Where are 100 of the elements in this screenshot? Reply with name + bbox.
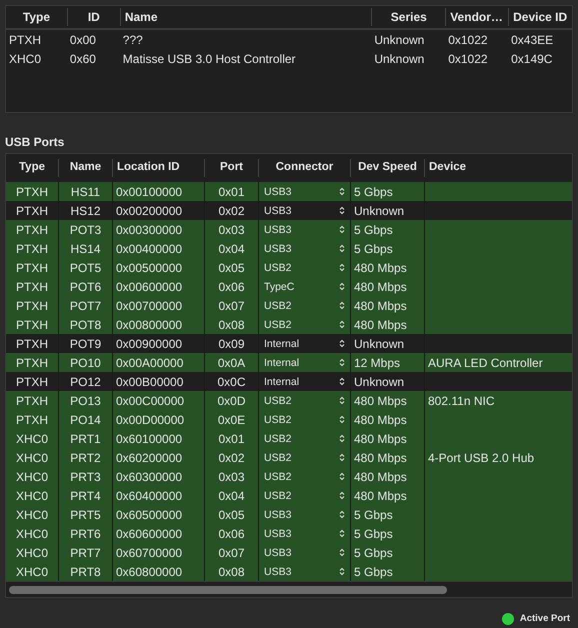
table-cell-text: 0x1022 [447,32,489,48]
column-header[interactable]: Name [58,159,112,177]
active-port-row[interactable]: PTXH POT6 0x00600000 0x06 TypeC 480 Mbps [6,277,572,296]
table-cell-text: 0x05 [218,260,245,276]
table-cell-text: PRT5 [70,506,101,524]
table-cell-text: PTXH [16,316,48,334]
connector-select[interactable]: USB3 [258,562,350,581]
table-cell-text: 0x04 [218,240,245,258]
active-port-row[interactable]: XHC0 PRT6 0x60600000 0x06 USB3 5 Gbps [6,524,572,543]
table-cell-text: 0x00A00000 [116,354,184,372]
table-cell-text: 5 Gbps [354,184,393,200]
column-header[interactable]: Location ID [112,159,204,177]
table-cell-text: 5 Gbps [354,222,393,238]
table-cell-text: Unknown [354,336,404,352]
table-cell-text: 0x02 [218,450,245,466]
table-cell-text: PTXH [16,374,48,390]
column-header[interactable]: ID [66,8,120,26]
chevron-updown-icon [339,244,345,253]
active-port-row[interactable]: XHC0 PRT5 0x60500000 0x05 USB3 5 Gbps [6,505,572,524]
active-port-row[interactable]: PTXH POT3 0x00300000 0x03 USB3 5 Gbps [6,220,572,239]
column-header[interactable]: Type [6,159,58,177]
table-cell-text: 0x01 [218,430,245,448]
chevron-updown-icon [339,415,345,424]
table-cell-text: PRT4 [70,488,101,504]
table-cell-text: XHC0 [8,50,42,68]
table-cell-text: 0x00 [68,32,97,48]
table-cell-text: PO12 [70,374,101,390]
chevron-updown-icon [339,548,345,557]
active-port-row[interactable]: PTXH HS14 0x00400000 0x04 USB3 5 Gbps [6,239,572,258]
active-port-row[interactable]: PTXH PO10 0x00A00000 0x0A Internal 12 Mbps AURA LED Controller [6,353,572,372]
table-cell-text: 0x149C [510,50,554,68]
column-header[interactable]: Connector [258,159,350,177]
column-header[interactable]: Type [6,8,67,26]
active-port-row[interactable]: XHC0 PRT7 0x60700000 0x07 USB3 5 Gbps [6,543,572,562]
active-port-row[interactable]: PTXH PO13 0x00C00000 0x0D USB2 480 Mbps 802.11n NIC [6,391,572,410]
table-cell-text: PRT2 [70,450,101,466]
table-cell-text: 480 Mbps [354,278,407,296]
table-cell-text: Unknown [373,32,426,48]
column-header[interactable]: Series [371,8,446,26]
table-cell-text: 0x0E [218,412,246,428]
table-cell-text: 480 Mbps [354,316,407,334]
table-cell-text: PRT6 [70,526,101,542]
table-cell-text: 0x60 [68,50,97,68]
table-cell-text: PTXH [16,412,48,428]
table-cell-text: XHC0 [16,468,48,486]
column-header[interactable]: Device ID [508,8,572,26]
column-header[interactable]: Name [120,8,372,26]
table-cell-text: AURA LED Controller [428,354,543,372]
active-port-row[interactable]: XHC0 PRT2 0x60200000 0x02 USB2 480 Mbps 4-Port USB 2.0 Hub [6,448,572,467]
active-port-row[interactable]: XHC0 PRT3 0x60300000 0x03 USB2 480 Mbps [6,467,572,486]
chevron-updown-icon [339,377,345,386]
table-cell-text: 0x01 [218,184,245,200]
table-cell-text: 0x03 [218,222,245,238]
table-cell-text: PTXH [16,354,48,372]
table-cell-text: PO14 [70,412,101,428]
table-cell-text: 0x00900000 [116,336,182,352]
table-cell-text: 5 Gbps [354,506,393,524]
table-cell-text: PTXH [8,32,42,48]
table-cell-text: PRT8 [70,564,101,580]
active-port-row[interactable]: PTXH POT5 0x00500000 0x05 USB2 480 Mbps [6,258,572,277]
scrollbar[interactable] [9,586,447,594]
active-port-row[interactable]: PTXH POT7 0x00700000 0x07 USB2 480 Mbps [6,296,572,315]
active-port-row[interactable]: XHC0 PRT4 0x60400000 0x04 USB2 480 Mbps [6,486,572,505]
table-cell-text: 0x0D [217,392,246,410]
table-cell-text: 5 Gbps [354,526,393,542]
table-cell-text: 0x60800000 [116,564,182,580]
table-cell-text: 480 Mbps [354,430,407,448]
active-port-row[interactable]: PTXH HS11 0x00100000 0x01 USB3 5 Gbps [6,182,572,201]
active-port-row[interactable]: PTXH PO14 0x00D00000 0x0E USB2 480 Mbps [6,410,572,429]
table-cell-text: Unknown [354,202,404,220]
table-cell-text: 0x00500000 [116,260,182,276]
table-cell-text: POT6 [70,278,102,296]
column-header[interactable]: Vendor… [445,8,508,26]
table-cell-text: XHC0 [16,564,48,580]
table-cell-text: 0x00300000 [116,222,182,238]
column-header[interactable]: Dev Speed [350,159,424,177]
table-cell-text: 5 Gbps [354,544,393,562]
table-cell-text: PRT3 [70,468,101,486]
table-cell-text: PTXH [16,278,48,296]
table-cell-text: PRT7 [70,544,101,562]
legend-label: Active Port [520,612,570,626]
table-cell-text: 0x08 [218,564,245,580]
table-cell-text: 5 Gbps [354,564,393,580]
table-cell-text: 0x00600000 [116,278,182,296]
table-cell-text: 0x00200000 [116,202,182,220]
table-cell-text: 0x0C [217,374,246,390]
table-cell-text: XHC0 [16,488,48,504]
table-cell-text: 480 Mbps [354,488,407,504]
table-cell-text: 0x60500000 [116,506,182,524]
table-cell-text: 0x03 [218,468,245,486]
table-cell-text: XHC0 [16,526,48,542]
table-cell-text: 480 Mbps [354,298,407,314]
table-cell-text: POT8 [70,316,102,334]
active-port-row[interactable]: XHC0 PRT1 0x60100000 0x01 USB2 480 Mbps [6,429,572,448]
column-header[interactable]: Device [424,159,572,177]
active-port-row[interactable]: PTXH POT8 0x00800000 0x08 USB2 480 Mbps [6,315,572,334]
table-cell-text: 0x60400000 [116,488,182,504]
table-cell-text: 0x06 [218,526,245,542]
active-port-row[interactable]: XHC0 PRT8 0x60800000 0x08 USB3 5 Gbps [6,562,572,581]
column-header[interactable]: Port [204,159,258,177]
